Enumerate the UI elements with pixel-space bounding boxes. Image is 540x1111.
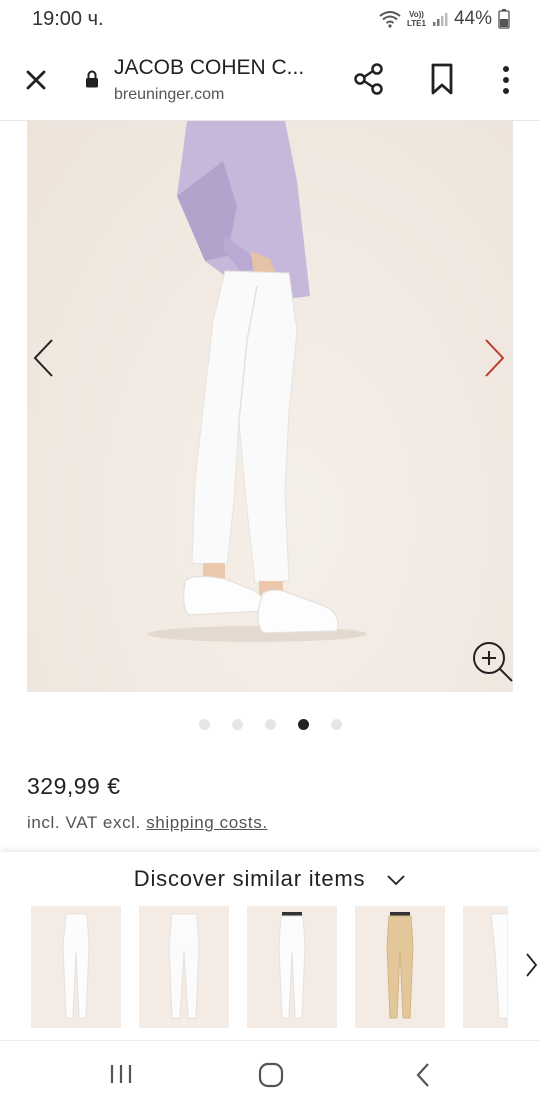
similar-item-thumb[interactable] [463,906,508,1028]
system-nav-bar [0,1040,540,1111]
signal-icon [432,13,448,26]
next-image-arrow-icon[interactable] [482,337,508,379]
battery-percent: 44% [453,8,492,29]
page-title: JACOB COHEN C... [114,56,305,79]
chevron-down-icon [387,875,405,886]
product-image[interactable] [27,121,513,692]
home-icon[interactable] [258,1062,284,1088]
similar-items-panel: Discover similar items [0,852,540,1040]
vat-note: incl. VAT excl. shipping costs. [27,813,268,833]
lock-icon [86,70,98,88]
similar-item-thumb[interactable] [247,906,337,1028]
battery-icon [498,9,510,29]
page-url: breuninger.com [114,86,225,103]
zoom-in-icon[interactable] [471,640,515,684]
status-time: 19:00 ч. [32,8,104,30]
pagination-dot[interactable] [198,719,210,730]
chevron-right-icon[interactable] [524,952,538,978]
back-icon[interactable] [412,1061,434,1089]
status-bar: 19:00 ч. Vo)) LTE1 44% [0,0,540,38]
similar-items-carousel [31,906,508,1030]
similar-item-thumb[interactable] [31,906,121,1028]
network-volte: Vo)) [409,10,424,19]
similar-items-toggle[interactable]: Discover similar items [0,866,540,892]
product-photo-model [147,121,367,642]
bookmark-icon[interactable] [427,61,457,97]
gallery-pagination [0,719,540,730]
close-icon[interactable] [20,64,52,96]
pagination-dot[interactable] [264,719,276,730]
pagination-dot-active[interactable] [297,719,309,730]
wifi-icon [379,11,401,28]
share-icon[interactable] [352,60,386,98]
recent-apps-icon[interactable] [108,1063,134,1085]
network-type: Vo)) LTE1 [407,10,426,28]
vat-text: incl. VAT excl. [27,813,141,832]
browser-toolbar: JACOB COHEN C... breuninger.com [0,38,540,121]
similar-item-thumb[interactable] [139,906,229,1028]
shipping-costs-link[interactable]: shipping costs. [146,813,267,832]
previous-image-arrow-icon[interactable] [30,337,56,379]
status-icons: Vo)) LTE1 44% [379,8,510,30]
similar-item-thumb[interactable] [355,906,445,1028]
pagination-dot[interactable] [330,719,342,730]
network-lte: LTE1 [407,19,426,28]
more-options-icon[interactable] [496,62,516,98]
pagination-dot[interactable] [231,719,243,730]
product-price: 329,99 € [27,773,121,799]
similar-items-title: Discover similar items [133,866,366,891]
